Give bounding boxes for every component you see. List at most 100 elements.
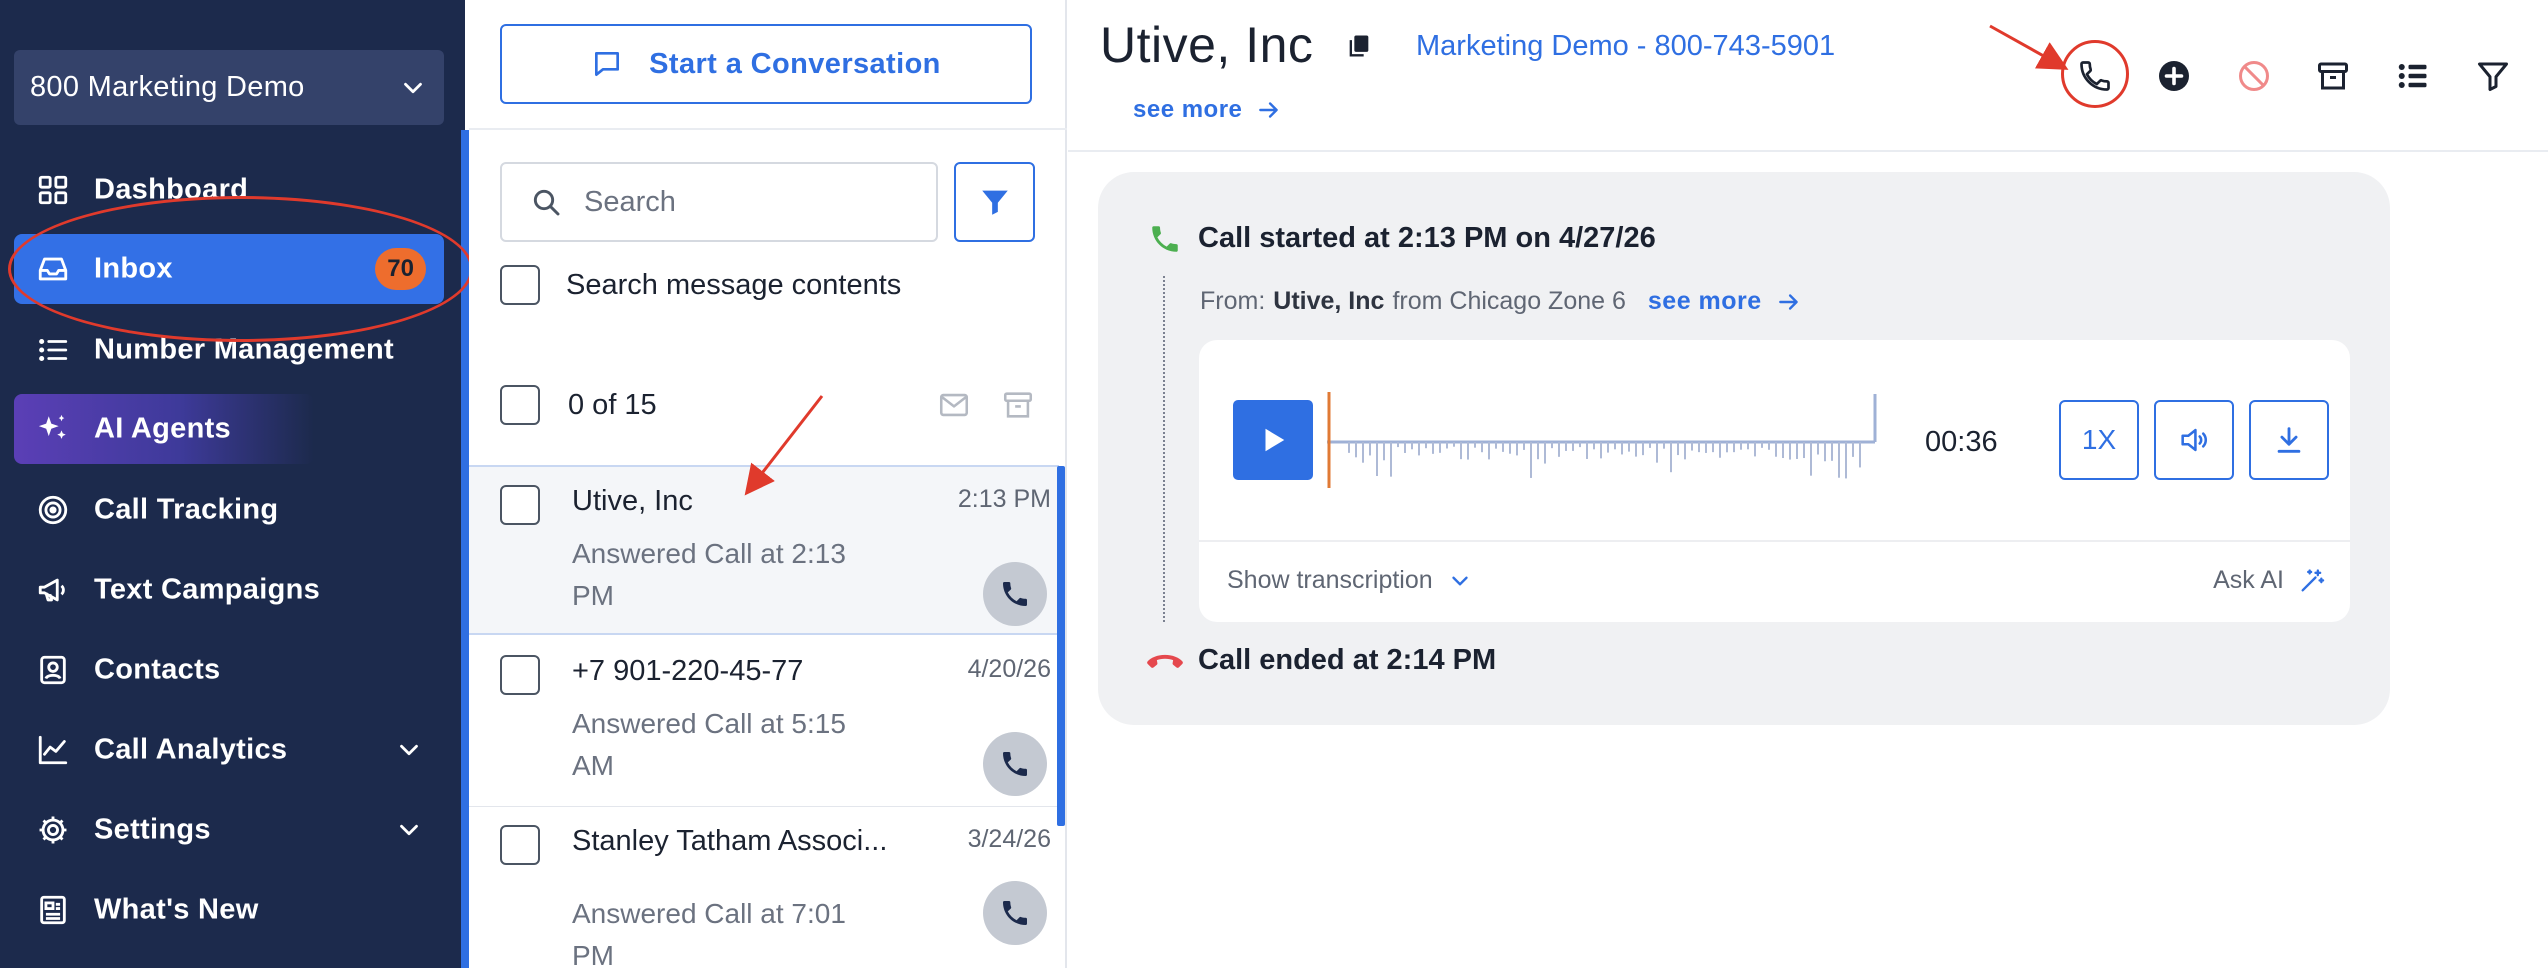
from-name: Utive, Inc <box>1273 287 1385 315</box>
account-name: 800 Marketing Demo <box>30 71 305 103</box>
sidebar-item-label: Text Campaigns <box>94 573 321 606</box>
audio-player: 00:36 1X Show transcription Ask AI <box>1199 340 2350 622</box>
call-started-text: Call started at 2:13 PM on 4/27/26 <box>1198 222 1656 254</box>
conversation-time: 3/24/26 <box>967 825 1051 853</box>
sidebar-item-label: Inbox <box>94 252 173 285</box>
account-switcher[interactable]: 800 Marketing Demo <box>14 50 444 125</box>
see-more-label: see more <box>1647 287 1762 315</box>
divider <box>1199 540 2350 542</box>
sidebar-item-call-tracking[interactable]: Call Tracking <box>14 475 444 545</box>
chat-bubble-icon <box>591 48 623 80</box>
call-duration: 00:36 <box>1925 426 1998 458</box>
search-icon <box>530 186 562 218</box>
download-button[interactable] <box>2249 400 2329 480</box>
playback-speed-label: 1X <box>2081 424 2117 455</box>
play-button[interactable] <box>1233 400 1313 480</box>
playback-speed-button[interactable]: 1X <box>2059 400 2139 480</box>
list-item[interactable]: Utive, Inc 2:13 PM Answered Call at 2:13… <box>469 465 1059 635</box>
start-conversation-label: Start a Conversation <box>649 47 941 80</box>
conversation-name: Utive, Inc <box>572 485 693 517</box>
sidebar-item-whats-new[interactable]: What's New <box>14 875 444 945</box>
row-checkbox[interactable] <box>500 825 540 865</box>
sidebar-item-ai-agents[interactable]: AI Agents <box>14 394 314 464</box>
sidebar-item-number-management[interactable]: Number Management <box>14 315 444 385</box>
archive-icon[interactable] <box>1001 388 1035 422</box>
contact-name: Utive, Inc <box>1100 17 1314 73</box>
see-more-link[interactable]: see more <box>1133 96 1282 124</box>
newspaper-icon <box>36 893 70 927</box>
archive-icon[interactable] <box>2310 53 2356 99</box>
sidebar-item-settings[interactable]: Settings <box>14 795 444 865</box>
waveform[interactable] <box>1327 390 1887 490</box>
conversation-subtitle: Answered Call at 5:15 AM <box>572 708 846 781</box>
conversation-name: Stanley Tatham Associ... <box>572 825 888 857</box>
conversation-name: +7 901-220-45-77 <box>572 655 804 687</box>
sidebar-item-inbox[interactable]: Inbox 70 <box>14 234 444 304</box>
chevron-down-icon <box>394 735 424 765</box>
funnel-icon <box>978 185 1012 219</box>
sidebar-item-label: Contacts <box>94 653 221 686</box>
start-conversation-button[interactable]: Start a Conversation <box>500 24 1032 104</box>
divider <box>1068 150 2548 152</box>
sidebar-scroll-indicator <box>461 130 469 968</box>
search-input[interactable] <box>584 185 914 219</box>
megaphone-icon <box>36 573 70 607</box>
call-ended-text: Call ended at 2:14 PM <box>1198 644 1497 676</box>
sidebar-item-contacts[interactable]: Contacts <box>14 635 444 705</box>
campaign-link[interactable]: Marketing Demo - 800-743-5901 <box>1416 30 1835 63</box>
sparkles-icon <box>36 412 70 446</box>
see-more-link[interactable]: see more <box>1648 287 1802 316</box>
download-icon <box>2272 423 2306 457</box>
phone-icon <box>983 732 1047 796</box>
chevron-down-icon <box>1447 568 1473 594</box>
call-from-line: From: Utive, Inc from Chicago Zone 6 see… <box>1200 287 1802 316</box>
row-checkbox[interactable] <box>500 485 540 525</box>
phone-hangup-icon <box>1146 648 1184 678</box>
bulk-select-row: 0 of 15 <box>500 385 1035 425</box>
sidebar-item-dashboard[interactable]: Dashboard <box>14 155 444 225</box>
line-chart-icon <box>36 733 70 767</box>
sidebar-item-label: Call Analytics <box>94 733 288 766</box>
phone-icon <box>983 881 1047 945</box>
gear-icon <box>36 813 70 847</box>
sidebar-item-label: Dashboard <box>94 173 249 206</box>
list-item[interactable]: Stanley Tatham Associ... 3/24/26 Answere… <box>469 807 1059 968</box>
copy-icon[interactable] <box>1345 32 1373 60</box>
block-icon[interactable] <box>2231 53 2277 99</box>
sidebar-item-text-campaigns[interactable]: Text Campaigns <box>14 555 444 625</box>
search-contents-checkbox[interactable] <box>500 265 540 305</box>
conversation-time: 4/20/26 <box>967 655 1051 683</box>
conversation-time: 2:13 PM <box>957 485 1051 513</box>
phone-incoming-icon <box>1148 222 1182 256</box>
search-message-contents-option[interactable]: Search message contents <box>500 265 901 305</box>
list-scrollbar[interactable] <box>1057 466 1065 826</box>
plus-circle-icon[interactable] <box>2151 53 2197 99</box>
sidebar-item-call-analytics[interactable]: Call Analytics <box>14 715 444 785</box>
arrow-right-icon <box>1256 97 1282 123</box>
filter-icon[interactable] <box>2470 53 2516 99</box>
list-icon <box>36 333 70 367</box>
sidebar: 800 Marketing Demo Dashboard Inbox 70 Nu… <box>0 0 465 968</box>
mark-read-icon[interactable] <box>937 388 971 422</box>
conversation-list-pane: Start a Conversation Search message cont… <box>469 0 1067 968</box>
from-prefix: From: <box>1200 287 1266 315</box>
conversation-subtitle: Answered Call at 7:01 PM <box>572 898 846 968</box>
show-transcription-toggle[interactable]: Show transcription <box>1227 566 1473 595</box>
list-item[interactable]: +7 901-220-45-77 4/20/26 Answered Call a… <box>469 637 1059 807</box>
sidebar-item-label: AI Agents <box>94 412 231 445</box>
search-field[interactable] <box>500 162 938 242</box>
list-filter-button[interactable] <box>954 162 1035 242</box>
ask-ai-button[interactable]: Ask AI <box>2213 566 2326 595</box>
list-details-icon[interactable] <box>2390 53 2436 99</box>
unread-count-badge: 70 <box>375 248 426 290</box>
chevron-down-icon <box>394 815 424 845</box>
timeline-connector <box>1163 276 1165 622</box>
select-all-checkbox[interactable] <box>500 385 540 425</box>
ask-ai-label: Ask AI <box>2213 566 2284 594</box>
divider <box>469 128 1067 130</box>
show-transcription-label: Show transcription <box>1227 566 1433 594</box>
conversation-subtitle: Answered Call at 2:13 PM <box>572 538 846 611</box>
volume-button[interactable] <box>2154 400 2234 480</box>
row-checkbox[interactable] <box>500 655 540 695</box>
from-location: from Chicago Zone 6 <box>1392 287 1626 315</box>
